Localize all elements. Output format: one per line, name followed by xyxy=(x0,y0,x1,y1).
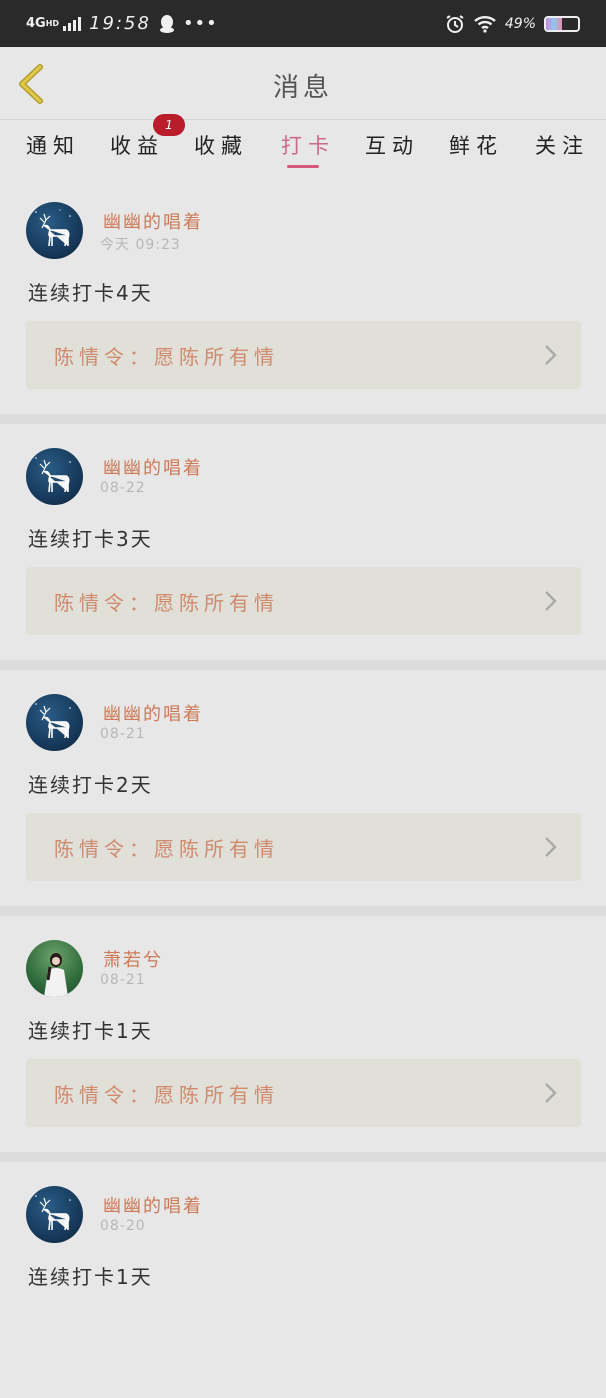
timestamp: 08-21 xyxy=(100,972,146,988)
checkin-message: 连续打卡2天 xyxy=(28,773,153,797)
username[interactable]: 萧若兮 xyxy=(103,946,163,972)
list-item[interactable]: 幽幽的唱着 08-22 连续打卡3天 陈情令：愿陈所有情 xyxy=(0,424,606,660)
tab-earnings[interactable]: 收益 xyxy=(110,130,164,160)
divider xyxy=(0,906,606,916)
checkin-message: 连续打卡1天 xyxy=(28,1265,153,1289)
deer-avatar-icon xyxy=(35,1195,71,1231)
avatar[interactable] xyxy=(26,940,83,997)
divider xyxy=(0,1152,606,1162)
checkin-message: 连续打卡4天 xyxy=(28,281,153,305)
wifi-icon xyxy=(474,15,496,33)
deer-avatar-icon xyxy=(35,703,71,739)
active-tab-indicator xyxy=(287,165,319,168)
topic-link[interactable]: 陈情令：愿陈所有情 xyxy=(26,813,581,881)
checkin-message: 连续打卡1天 xyxy=(28,1019,153,1043)
page-title: 消息 xyxy=(272,73,333,103)
list-item[interactable]: 幽幽的唱着 今天 09:23 连续打卡4天 陈情令：愿陈所有情 xyxy=(0,178,606,414)
timestamp: 今天 09:23 xyxy=(100,237,181,253)
tab-flowers[interactable]: 鲜花 xyxy=(449,130,503,160)
tab-checkin[interactable]: 打卡 xyxy=(281,130,335,160)
qq-icon xyxy=(159,14,174,33)
username[interactable]: 幽幽的唱着 xyxy=(103,1192,203,1218)
avatar[interactable] xyxy=(26,1186,83,1243)
topic-title: 陈情令：愿陈所有情 xyxy=(54,1083,279,1107)
clock: 19:58 xyxy=(89,13,151,34)
avatar[interactable] xyxy=(26,694,83,751)
tab-follow[interactable]: 关注 xyxy=(535,130,589,160)
timestamp: 08-22 xyxy=(100,480,146,496)
topic-title: 陈情令：愿陈所有情 xyxy=(54,837,279,861)
battery-percent: 49% xyxy=(504,15,536,32)
earnings-badge: 1 xyxy=(153,114,185,136)
username[interactable]: 幽幽的唱着 xyxy=(103,208,203,234)
battery-icon xyxy=(544,15,580,32)
tab-bar: 通知 收益 1 收藏 打卡 互动 鲜花 关注 xyxy=(0,114,606,178)
signal-icon xyxy=(63,16,82,31)
deer-avatar-icon xyxy=(35,209,71,247)
list-item[interactable]: 萧若兮 08-21 连续打卡1天 陈情令：愿陈所有情 xyxy=(0,916,606,1152)
more-notifications: ••• xyxy=(182,13,218,34)
timestamp: 08-20 xyxy=(100,1218,146,1234)
girl-avatar-icon xyxy=(44,953,68,997)
tab-interaction[interactable]: 互动 xyxy=(365,130,419,160)
username[interactable]: 幽幽的唱着 xyxy=(103,700,203,726)
status-bar: 4GHD 19:58 ••• 49% xyxy=(0,0,606,47)
divider xyxy=(0,414,606,424)
chevron-right-icon xyxy=(545,1083,557,1103)
tab-favorites[interactable]: 收藏 xyxy=(194,130,248,160)
topic-title: 陈情令：愿陈所有情 xyxy=(54,345,279,369)
chevron-right-icon xyxy=(545,345,557,365)
checkin-message: 连续打卡3天 xyxy=(28,527,153,551)
list-item[interactable]: 幽幽的唱着 08-20 连续打卡1天 xyxy=(0,1162,606,1398)
topic-link[interactable]: 陈情令：愿陈所有情 xyxy=(26,321,581,389)
chevron-right-icon xyxy=(545,591,557,611)
app-header: 消息 xyxy=(0,47,606,120)
alarm-icon xyxy=(446,14,464,33)
avatar[interactable] xyxy=(26,448,83,505)
topic-link[interactable]: 陈情令：愿陈所有情 xyxy=(26,567,581,635)
tab-notifications[interactable]: 通知 xyxy=(26,130,80,160)
divider xyxy=(0,660,606,670)
topic-link[interactable]: 陈情令：愿陈所有情 xyxy=(26,1059,581,1127)
network-indicator: 4GHD xyxy=(26,16,60,31)
avatar[interactable] xyxy=(26,202,83,259)
chevron-right-icon xyxy=(545,837,557,857)
timestamp: 08-21 xyxy=(100,726,146,742)
topic-title: 陈情令：愿陈所有情 xyxy=(54,591,279,615)
username[interactable]: 幽幽的唱着 xyxy=(103,454,203,480)
deer-avatar-icon xyxy=(35,457,71,493)
list-item[interactable]: 幽幽的唱着 08-21 连续打卡2天 陈情令：愿陈所有情 xyxy=(0,670,606,906)
